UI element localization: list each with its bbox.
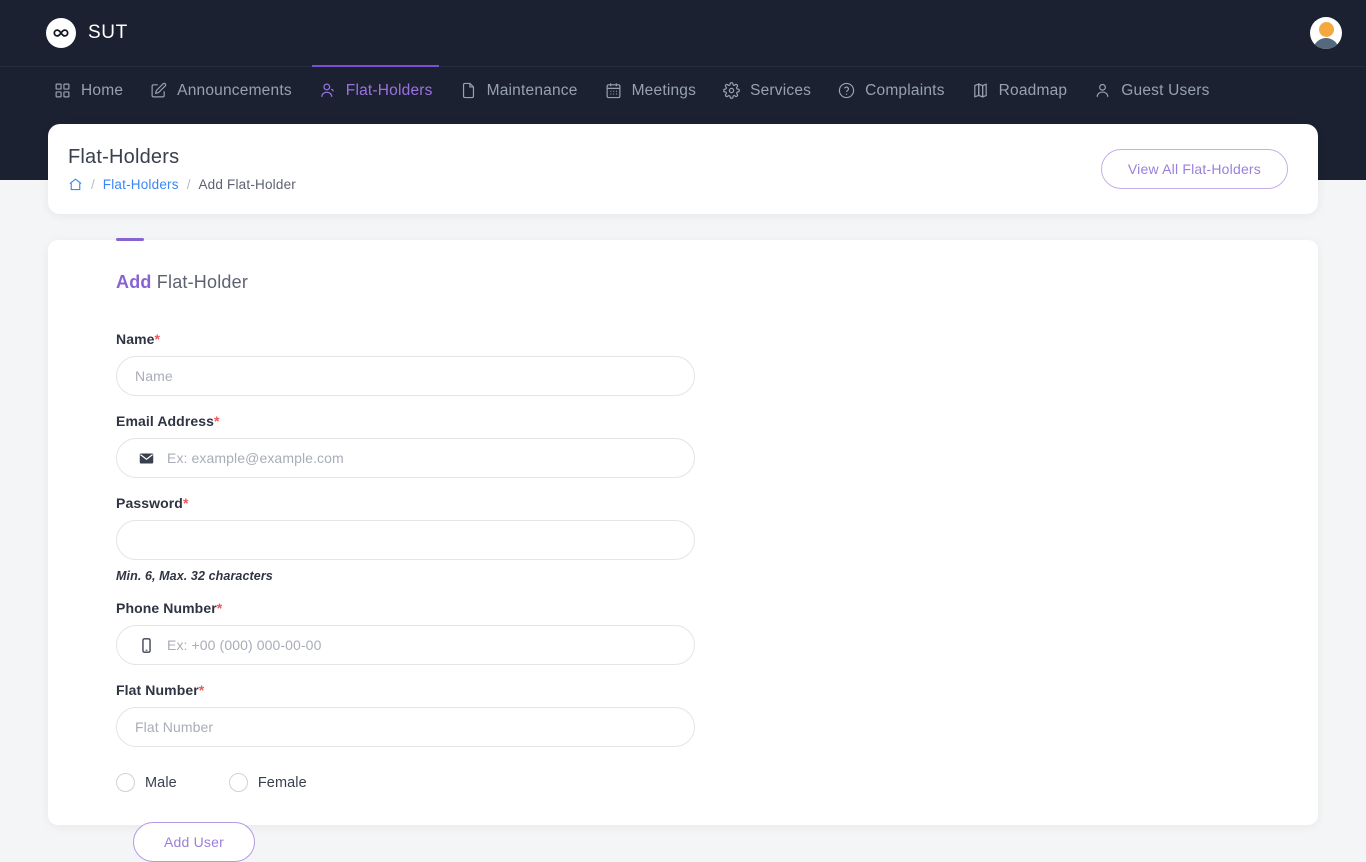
avatar-body [1313,38,1339,49]
nav-item-complaints[interactable]: Complaints [824,67,958,114]
nav-item-label: Announcements [177,81,292,99]
field-label-text: Phone Number [116,600,217,616]
radio-label: Male [145,774,177,791]
gender-radio-group: Male Female [116,773,1318,792]
field-email: Email Address* [116,413,1318,478]
calendar-icon [604,81,623,100]
field-name: Name* [116,331,1318,396]
nav-item-label: Services [750,81,812,99]
required-marker: * [154,331,161,347]
email-input-wrapper[interactable] [116,438,695,478]
required-marker: * [214,413,220,429]
nav-item-meetings[interactable]: Meetings [591,67,710,114]
radio-option-male[interactable]: Male [116,773,177,792]
avatar-head [1318,22,1334,37]
field-password-label: Password* [116,495,1318,511]
brand-row: SUT [0,0,1366,66]
email-input[interactable] [167,450,676,466]
password-hint: Min. 6, Max. 32 characters [116,569,273,583]
form-heading-rest: Flat-Holder [151,272,249,292]
edit-square-icon [149,81,168,100]
home-icon[interactable] [68,177,83,192]
required-marker: * [198,682,205,698]
field-flat-number: Flat Number* [116,682,1318,747]
nav-item-label: Home [81,81,124,99]
field-email-label: Email Address* [116,413,1318,429]
nav-item-label: Maintenance [486,81,578,99]
phone-icon [135,637,157,654]
nav-item-label: Meetings [631,81,697,99]
field-flat-number-label: Flat Number* [116,682,1318,698]
form-heading-accent: Add [116,272,152,292]
field-label-text: Flat Number [116,682,199,698]
nav-item-announcements[interactable]: Announcements [136,67,305,114]
breadcrumb-separator: / [91,177,95,192]
page-header-card: Flat-Holders / Flat-Holders / Add Flat-H… [48,124,1318,214]
nav-item-label: Roadmap [998,81,1068,99]
brand-name: SUT [88,22,128,43]
password-input-wrapper[interactable] [116,520,695,560]
gear-icon [722,81,741,100]
page-header-left: Flat-Holders / Flat-Holders / Add Flat-H… [68,146,1101,192]
name-input[interactable] [135,368,676,384]
nav-item-label: Complaints [865,81,945,99]
phone-input[interactable] [167,637,676,653]
grid-icon [53,81,72,100]
avatar[interactable] [1310,17,1342,49]
user-group-icon [318,81,337,100]
nav-item-flat-holders[interactable]: Flat-Holders [305,65,446,114]
breadcrumb-separator: / [186,177,191,192]
user-icon [1093,81,1112,100]
nav-item-label: Flat-Holders [345,81,433,99]
map-icon [971,81,990,100]
document-icon [459,81,478,100]
form-heading: Add Flat-Holder [116,272,1318,293]
nav-item-home[interactable]: Home [40,67,136,114]
nav-item-services[interactable]: Services [709,67,824,114]
question-icon [837,81,856,100]
field-phone-label: Phone Number* [116,600,1318,616]
flat-number-input[interactable] [135,719,676,735]
nav-item-guest-users[interactable]: Guest Users [1080,67,1222,114]
phone-input-wrapper[interactable] [116,625,695,665]
breadcrumb-current: Add Flat-Holder [198,177,296,192]
page-title: Flat-Holders [68,146,180,168]
field-name-label: Name* [116,331,1318,347]
nav-item-label: Guest Users [1121,81,1210,99]
field-label-text: Email Address [116,413,215,429]
add-user-button[interactable]: Add User [133,822,255,862]
password-input[interactable] [135,532,676,548]
radio-circle-icon[interactable] [116,773,135,792]
breadcrumb-link-flat-holders[interactable]: Flat-Holders [103,177,179,192]
field-phone: Phone Number* [116,600,1318,665]
breadcrumb: / Flat-Holders / Add Flat-Holder [68,177,1101,192]
view-all-flat-holders-button[interactable]: View All Flat-Holders [1100,149,1288,189]
field-label-text: Password [116,495,183,511]
radio-label: Female [257,774,307,791]
radio-option-female[interactable]: Female [228,773,307,792]
nav-item-maintenance[interactable]: Maintenance [446,67,591,114]
radio-circle-icon[interactable] [228,773,248,792]
name-input-wrapper[interactable] [116,356,695,396]
required-marker: * [216,600,223,616]
required-marker: * [182,495,189,511]
field-password: Password* Min. 6, Max. 32 characters [116,495,1318,583]
field-label-text: Name [116,331,155,347]
card-accent-tab [116,238,144,241]
infinity-icon[interactable] [46,18,76,48]
add-flat-holder-card: Add Flat-Holder Name* Email Address* Pa [48,238,1318,862]
main-nav: Home Announcements Flat-Holders Maintena… [0,65,1366,114]
nav-item-roadmap[interactable]: Roadmap [958,67,1081,114]
envelope-icon [135,450,157,467]
flat-number-input-wrapper[interactable] [116,707,695,747]
